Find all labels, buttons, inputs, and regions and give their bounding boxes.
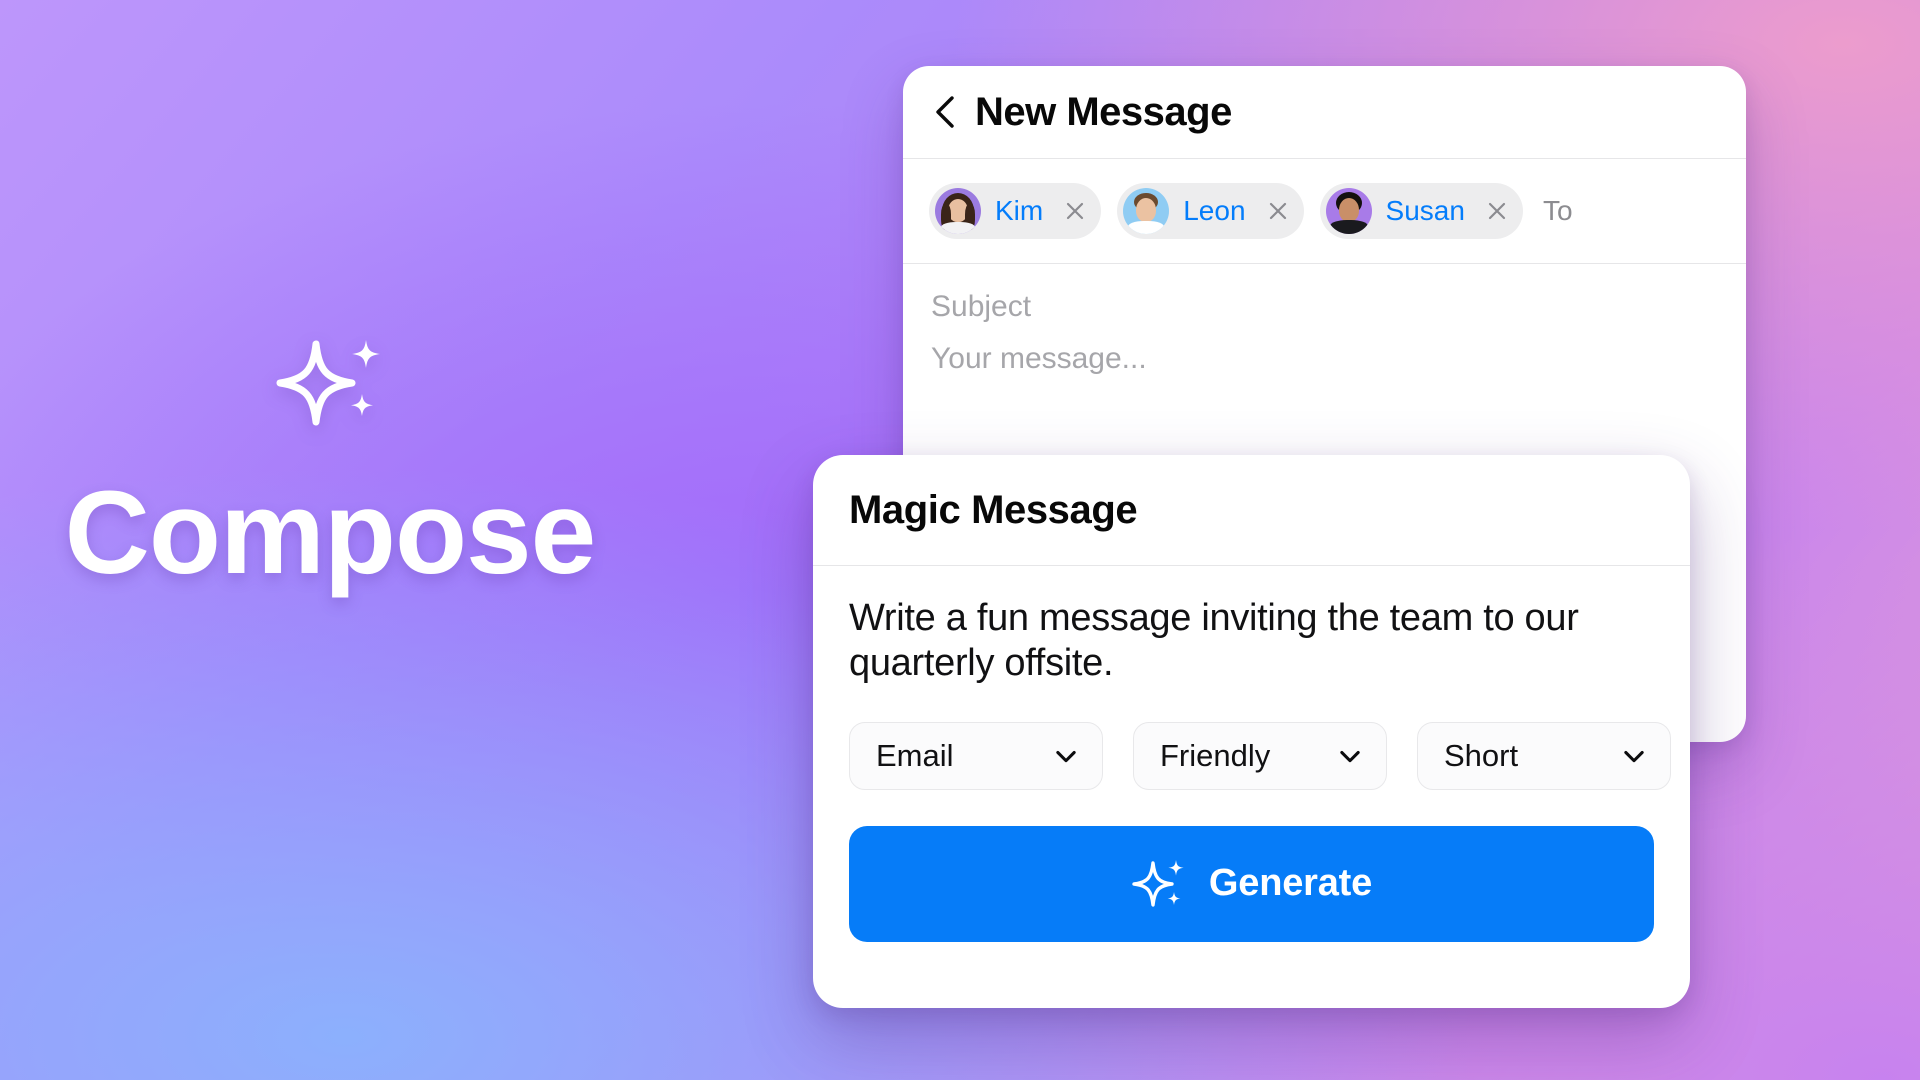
- close-icon[interactable]: [1055, 191, 1095, 231]
- tone-select-value: Friendly: [1160, 737, 1271, 773]
- format-select-value: Email: [876, 737, 954, 773]
- chevron-down-icon: [1056, 750, 1076, 762]
- options-row: Email Friendly Short: [849, 721, 1671, 790]
- recipients-row: Kim Leon Susan To: [903, 159, 1746, 263]
- hero-block: Compose: [0, 330, 660, 592]
- format-select[interactable]: Email: [849, 721, 1103, 790]
- chevron-left-icon[interactable]: [931, 95, 959, 129]
- compose-fields: Subject Your message...: [903, 264, 1746, 376]
- tone-select[interactable]: Friendly: [1133, 721, 1387, 790]
- magic-message-header: Magic Message: [813, 455, 1690, 565]
- recipient-chip-kim[interactable]: Kim: [929, 183, 1102, 239]
- avatar: [1325, 188, 1372, 234]
- recipient-name: Leon: [1183, 195, 1246, 226]
- magic-message-body: Write a fun message inviting the team to…: [813, 566, 1690, 942]
- generate-button-label: Generate: [1208, 862, 1373, 905]
- recipient-name: Kim: [995, 195, 1044, 226]
- chevron-down-icon: [1624, 750, 1644, 762]
- recipient-chip-leon[interactable]: Leon: [1117, 183, 1304, 239]
- magic-message-card: Magic Message Write a fun message inviti…: [813, 455, 1690, 1008]
- generate-button[interactable]: Generate: [849, 825, 1654, 942]
- length-select-value: Short: [1444, 737, 1519, 773]
- sparkle-icon: [276, 340, 380, 426]
- new-message-header: New Message: [903, 66, 1746, 158]
- length-select[interactable]: Short: [1417, 721, 1671, 790]
- avatar: [935, 188, 981, 234]
- prompt-text[interactable]: Write a fun message inviting the team to…: [849, 596, 1654, 686]
- recipient-chip-susan[interactable]: Susan: [1319, 183, 1523, 239]
- to-label: To: [1542, 195, 1573, 226]
- avatar: [1123, 188, 1170, 234]
- recipient-name: Susan: [1385, 195, 1465, 226]
- close-icon[interactable]: [1477, 191, 1517, 231]
- close-icon[interactable]: [1258, 191, 1298, 231]
- page-title: Compose: [64, 467, 597, 599]
- subject-input[interactable]: Subject: [931, 290, 1718, 324]
- sparkle-icon: [1132, 859, 1184, 907]
- chevron-down-icon: [1340, 750, 1360, 762]
- message-body-input[interactable]: Your message...: [931, 342, 1718, 376]
- new-message-title: New Message: [975, 89, 1232, 134]
- magic-message-title: Magic Message: [849, 487, 1138, 532]
